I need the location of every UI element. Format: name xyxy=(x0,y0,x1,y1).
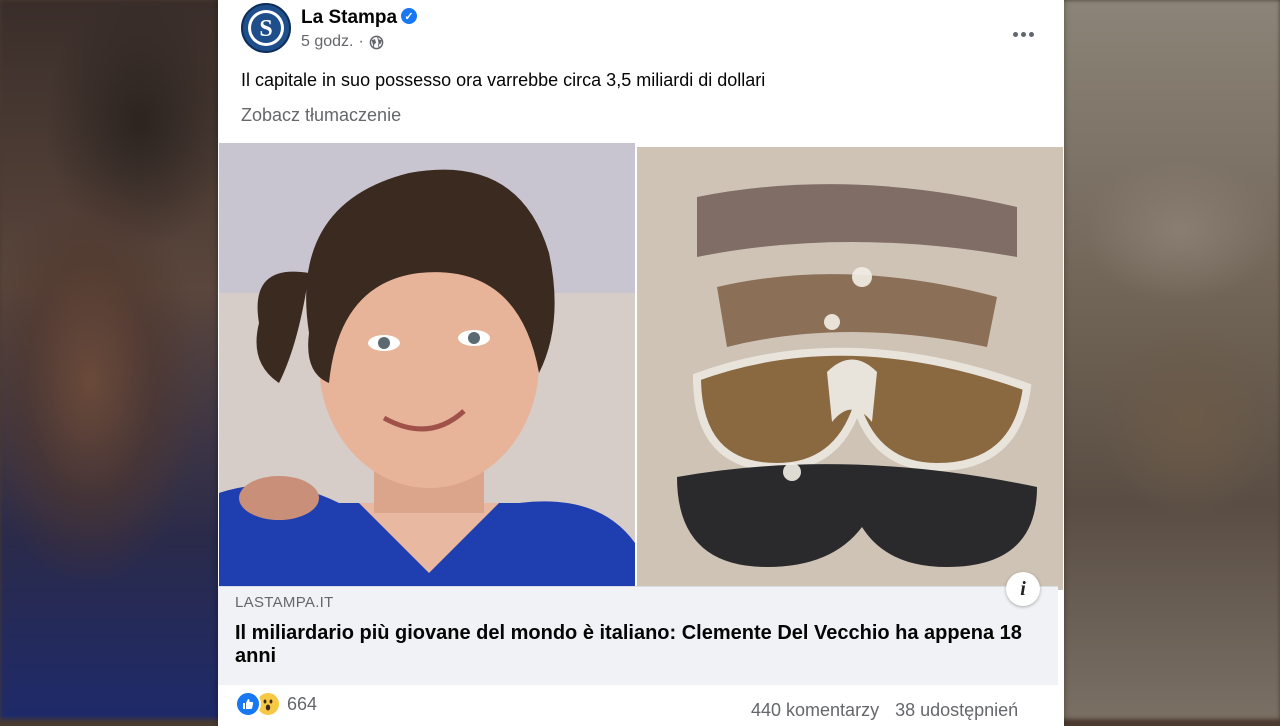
background-blur-right xyxy=(1060,0,1280,719)
sunglasses-illustration xyxy=(637,147,1063,590)
post-meta: 5 godz. · xyxy=(301,33,384,51)
link-headline[interactable]: Il miliardario più giovane del mondo è i… xyxy=(235,622,1045,668)
background-blur-left xyxy=(0,0,230,719)
reaction-summary[interactable]: 664 xyxy=(235,691,317,717)
page-avatar[interactable]: S xyxy=(241,3,291,53)
link-domain: LASTAMPA.IT xyxy=(235,594,334,611)
more-options-button[interactable] xyxy=(1006,21,1040,47)
post-time[interactable]: 5 godz. xyxy=(301,33,353,51)
verified-badge-icon: ✓ xyxy=(401,8,417,24)
more-dot-icon xyxy=(1012,31,1018,37)
more-dot-icon xyxy=(1028,31,1034,37)
article-photo-portrait[interactable] xyxy=(219,143,635,586)
reaction-count: 664 xyxy=(287,693,318,714)
like-reaction-icon xyxy=(235,691,261,717)
more-dot-icon xyxy=(1020,31,1026,37)
post-text: Il capitale in suo possesso ora varrebbe… xyxy=(241,70,766,90)
portrait-illustration xyxy=(219,143,635,586)
wow-face-icon xyxy=(263,699,273,711)
article-photo-sunglasses[interactable] xyxy=(637,147,1063,590)
engagement-stats: 440 komentarzy 38 udostępnień xyxy=(751,700,1018,721)
see-translation-link[interactable]: Zobacz tłumaczenie xyxy=(241,105,401,126)
info-button[interactable]: i xyxy=(1006,572,1040,606)
page-name[interactable]: La Stampa xyxy=(301,7,397,29)
info-icon: i xyxy=(1020,577,1026,600)
la-stampa-logo-icon: S xyxy=(248,10,284,46)
globe-icon xyxy=(369,35,384,49)
comments-count[interactable]: 440 komentarzy xyxy=(751,700,879,721)
shares-count[interactable]: 38 udostępnień xyxy=(895,700,1018,721)
meta-separator: · xyxy=(358,33,364,50)
svg-text:S: S xyxy=(259,16,272,42)
thumbs-up-icon xyxy=(243,699,254,709)
